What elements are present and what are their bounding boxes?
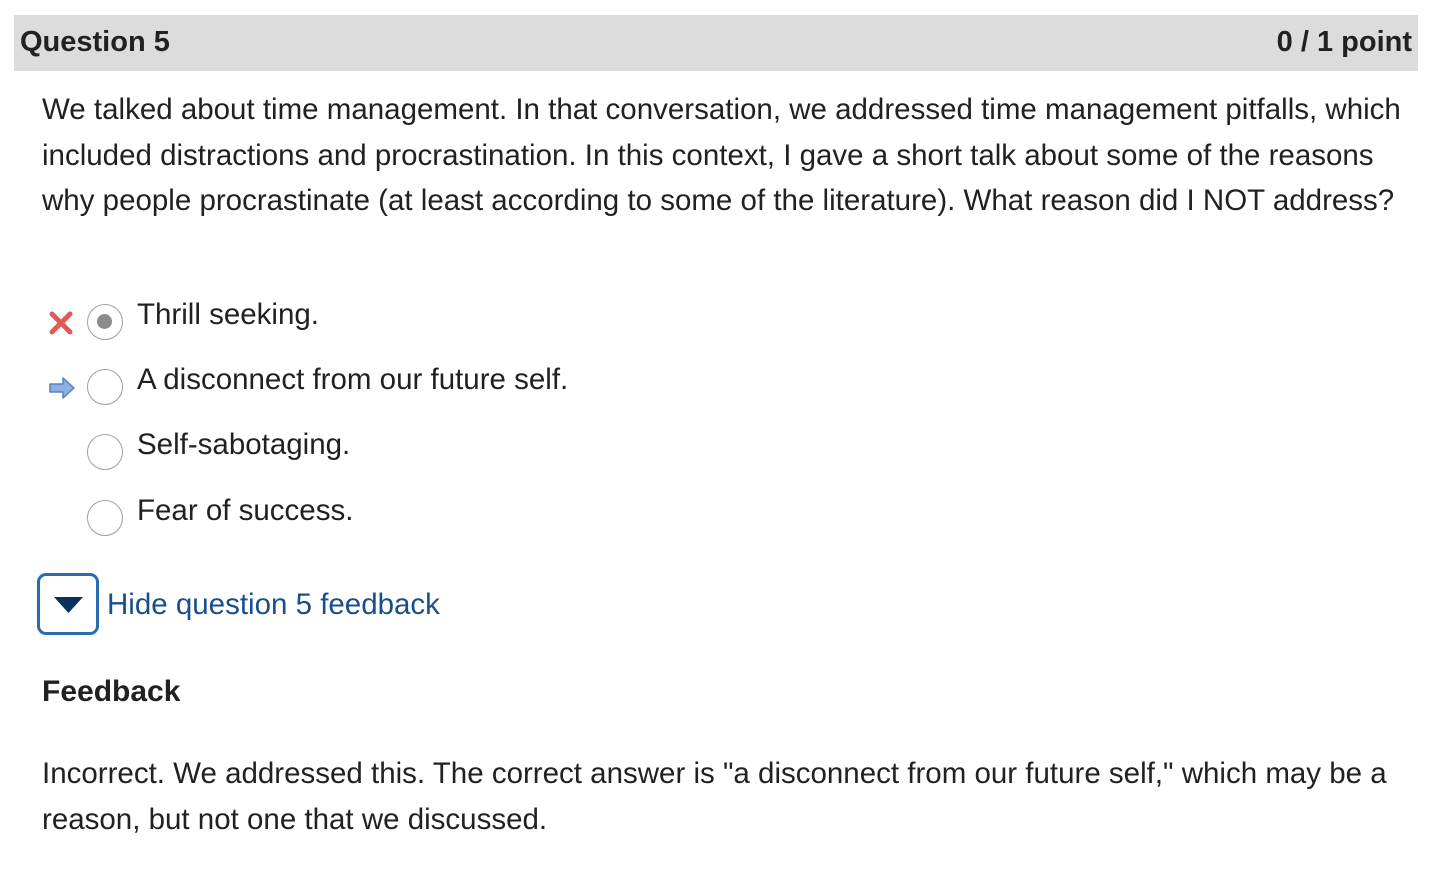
radio-button[interactable] <box>87 369 123 405</box>
option-label: Thrill seeking. <box>137 298 319 331</box>
feedback-toggle-button[interactable] <box>37 573 99 635</box>
answer-option[interactable]: A disconnect from our future self. <box>0 363 800 413</box>
question-prompt: We talked about time management. In that… <box>42 93 1401 217</box>
feedback-heading: Feedback <box>42 675 181 708</box>
answer-option[interactable]: Thrill seeking. <box>0 298 800 348</box>
option-label: A disconnect from our future self. <box>137 363 569 396</box>
incorrect-x-icon <box>47 309 77 339</box>
radio-button[interactable] <box>87 434 123 470</box>
radio-button[interactable] <box>87 500 123 536</box>
question-score: 0 / 1 point <box>1276 26 1412 58</box>
option-label: Fear of success. <box>137 494 354 527</box>
question-title: Question 5 <box>20 26 170 58</box>
hide-feedback-link[interactable]: Hide question 5 feedback <box>107 588 440 622</box>
correct-answer-arrow-icon <box>47 375 77 405</box>
answer-option[interactable]: Self-sabotaging. <box>0 428 800 478</box>
option-label: Self-sabotaging. <box>137 428 351 461</box>
question-header: Question 5 0 / 1 point <box>14 15 1418 71</box>
answer-option[interactable]: Fear of success. <box>0 494 800 544</box>
radio-button-selected[interactable] <box>87 304 123 340</box>
feedback-text: Incorrect. We addressed this. The correc… <box>42 757 1387 836</box>
